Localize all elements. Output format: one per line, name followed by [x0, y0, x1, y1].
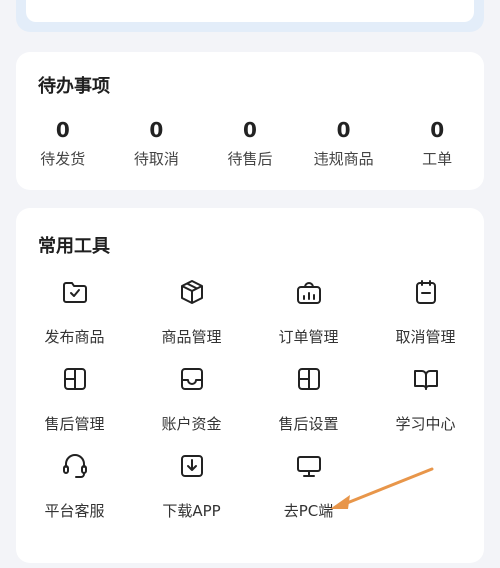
tool-label: 发布商品: [44, 328, 105, 346]
todo-label: 违规商品: [313, 150, 374, 168]
tool-label: 售后设置: [278, 415, 339, 433]
todo-item-ticket[interactable]: 0 工单: [390, 116, 484, 176]
headset-icon: [61, 452, 89, 484]
box-icon: [178, 278, 206, 310]
todo-label: 工单: [422, 150, 453, 168]
grid-panel-icon: [295, 365, 323, 397]
todo-item-pending-shipment[interactable]: 0 待发货: [16, 116, 110, 176]
book-icon: [412, 365, 440, 397]
tool-label: 账户资金: [161, 415, 222, 433]
tool-learning-center[interactable]: 学习中心: [367, 365, 484, 434]
todo-card: 待办事项 0 待发货 0 待取消 0 待售后 0 违规商品 0 工单: [16, 52, 484, 190]
tool-download-app[interactable]: 下载APP: [133, 452, 250, 521]
tool-label: 取消管理: [395, 328, 456, 346]
todo-label: 待发货: [40, 150, 86, 168]
order-chart-icon: [295, 278, 323, 310]
clipboard-cancel-icon: [412, 278, 440, 310]
todo-count: 0: [55, 118, 70, 142]
todo-item-pending-aftersale[interactable]: 0 待售后: [203, 116, 297, 176]
tool-customer-service[interactable]: 平台客服: [16, 452, 133, 521]
todo-count: 0: [430, 118, 445, 142]
annotation-arrow-icon: [330, 467, 434, 509]
todo-item-violation[interactable]: 0 违规商品: [297, 116, 391, 176]
top-card-fragment: [16, 0, 484, 32]
grid-panel-icon: [61, 365, 89, 397]
folder-check-icon: [61, 278, 89, 310]
todo-list: 0 待发货 0 待取消 0 待售后 0 违规商品 0 工单: [16, 116, 484, 176]
tool-publish-product[interactable]: 发布商品: [16, 278, 133, 347]
tool-account-funds[interactable]: 账户资金: [133, 365, 250, 434]
tray-icon: [178, 365, 206, 397]
todo-label: 待取消: [133, 150, 179, 168]
tool-label: 平台客服: [44, 502, 105, 520]
tool-label: 学习中心: [395, 415, 456, 433]
download-icon: [178, 452, 206, 484]
todo-count: 0: [243, 118, 257, 142]
todo-item-pending-cancel[interactable]: 0 待取消: [110, 116, 204, 176]
tool-aftersale-management[interactable]: 售后管理: [16, 365, 133, 434]
tool-label: 下载APP: [162, 502, 221, 520]
tool-order-management[interactable]: 订单管理: [250, 278, 367, 347]
tool-label: 售后管理: [44, 415, 105, 433]
todo-count: 0: [149, 118, 164, 142]
todo-title: 待办事项: [38, 76, 110, 97]
tool-aftersale-settings[interactable]: 售后设置: [250, 365, 367, 434]
todo-count: 0: [336, 118, 351, 142]
tool-product-management[interactable]: 商品管理: [133, 278, 250, 347]
monitor-icon: [295, 452, 323, 484]
tools-title: 常用工具: [38, 236, 110, 257]
tool-cancel-management[interactable]: 取消管理: [367, 278, 484, 347]
tool-label: 订单管理: [278, 328, 339, 346]
tool-label: 商品管理: [161, 328, 222, 346]
todo-label: 待售后: [227, 150, 273, 168]
